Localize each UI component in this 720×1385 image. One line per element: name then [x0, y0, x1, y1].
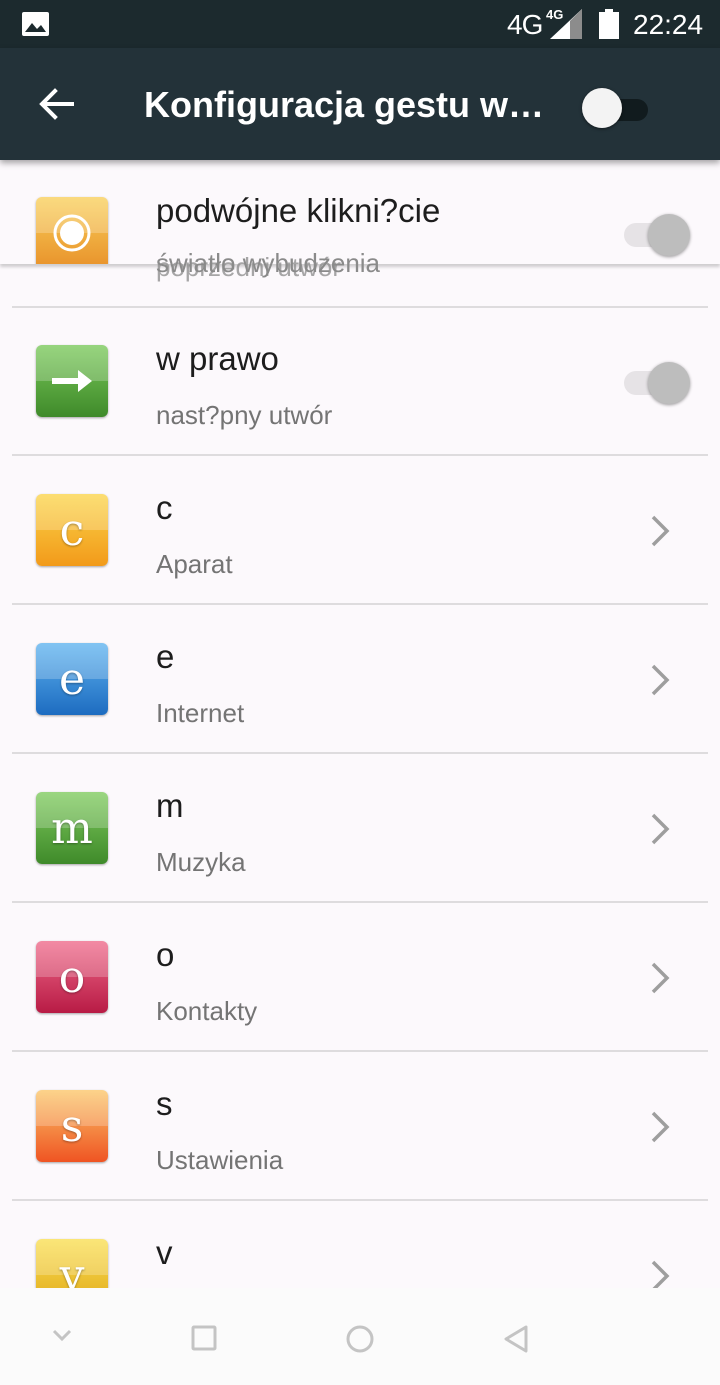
- icon-glyph: v: [59, 1249, 85, 1289]
- master-switch-thumb: [582, 88, 622, 128]
- chevron-right-icon: [651, 1111, 670, 1143]
- list-item-subtitle: nast?pny utwór: [156, 400, 333, 430]
- divider: [12, 1199, 708, 1201]
- list-item-letter-e[interactable]: e e Internet: [0, 606, 720, 754]
- list-item-letter-c[interactable]: c c Aparat: [0, 457, 720, 605]
- list-item-label: w prawo: [156, 340, 279, 377]
- arrow-right-icon: [36, 345, 108, 417]
- letter-m-icon: m: [36, 792, 108, 864]
- list-item-label: v: [156, 1234, 173, 1271]
- list-item-letter-s[interactable]: s s Ustawienia: [0, 1053, 720, 1201]
- network-type: 4G: [507, 9, 543, 40]
- divider: [12, 454, 708, 456]
- letter-c-icon: c: [36, 494, 108, 566]
- gallery-icon: [22, 12, 49, 36]
- list-item-label: podwójne klikni?cie: [156, 192, 441, 229]
- chevron-right-icon: [651, 813, 670, 845]
- icon-glyph: c: [59, 504, 85, 556]
- list-item-label: m: [156, 787, 184, 824]
- toggle-thumb: [648, 214, 690, 256]
- letter-v-icon: v: [36, 1239, 108, 1288]
- letter-o-icon: o: [36, 941, 108, 1013]
- chevron-right-icon: [651, 664, 670, 696]
- list-item-label: o: [156, 936, 175, 973]
- letter-e-icon: e: [36, 643, 108, 715]
- swipe-right-toggle[interactable]: [622, 360, 692, 404]
- toggle-thumb: [648, 362, 690, 404]
- list-item-label: s: [156, 1085, 173, 1122]
- icon-glyph: o: [58, 951, 86, 1003]
- list-item-letter-o[interactable]: o o Kontakty: [0, 904, 720, 1052]
- list-item-label: c: [156, 489, 173, 526]
- status-bar: 4G 4G 22:24: [0, 0, 720, 48]
- master-switch[interactable]: [582, 88, 650, 130]
- letter-s-icon: s: [36, 1090, 108, 1162]
- double-tap-icon: [36, 197, 108, 264]
- navigation-bar: [0, 1288, 720, 1385]
- battery-icon: [599, 9, 619, 39]
- chevron-right-icon: [651, 515, 670, 547]
- list-item-subtitle: Ustawienia: [156, 1145, 284, 1175]
- clock: 22:24: [633, 9, 704, 40]
- toolbar: Konfiguracja gestu wybudzania: [0, 48, 720, 160]
- divider: [12, 901, 708, 903]
- list-item-subtitle: Kontakty: [156, 996, 258, 1026]
- icon-glyph: m: [51, 802, 93, 854]
- list-item-letter-v[interactable]: v v: [0, 1202, 720, 1288]
- chevron-right-icon: [651, 1260, 670, 1288]
- back-arrow-icon[interactable]: [36, 84, 76, 124]
- list-item-subtitle: Aparat: [156, 549, 233, 579]
- icon-glyph: e: [58, 653, 86, 705]
- divider: [12, 603, 708, 605]
- chevron-right-icon: [651, 962, 670, 994]
- signal-icon: [550, 9, 582, 39]
- back-icon[interactable]: [502, 1324, 530, 1354]
- divider: [12, 1050, 708, 1052]
- hide-keyboard-icon[interactable]: [50, 1326, 74, 1346]
- divider: [12, 752, 708, 754]
- icon-glyph: s: [60, 1100, 84, 1152]
- recents-icon[interactable]: [191, 1325, 217, 1351]
- page-title: Konfiguracja gestu wybudzania: [144, 84, 554, 125]
- ghost-subtitle-2: poprzedni utwór: [156, 252, 341, 282]
- list-item-swipe-right[interactable]: w prawo nast?pny utwór: [0, 308, 720, 456]
- list-item-label: e: [156, 638, 175, 675]
- double-tap-toggle[interactable]: [622, 212, 692, 256]
- home-icon[interactable]: [345, 1324, 375, 1354]
- list-item-subtitle: Muzyka: [156, 847, 246, 877]
- gesture-list: światło wybudzenia poprzedni utwór podwó…: [0, 160, 720, 1288]
- list-item-subtitle: Internet: [156, 698, 245, 728]
- list-item-letter-m[interactable]: m m Muzyka: [0, 755, 720, 903]
